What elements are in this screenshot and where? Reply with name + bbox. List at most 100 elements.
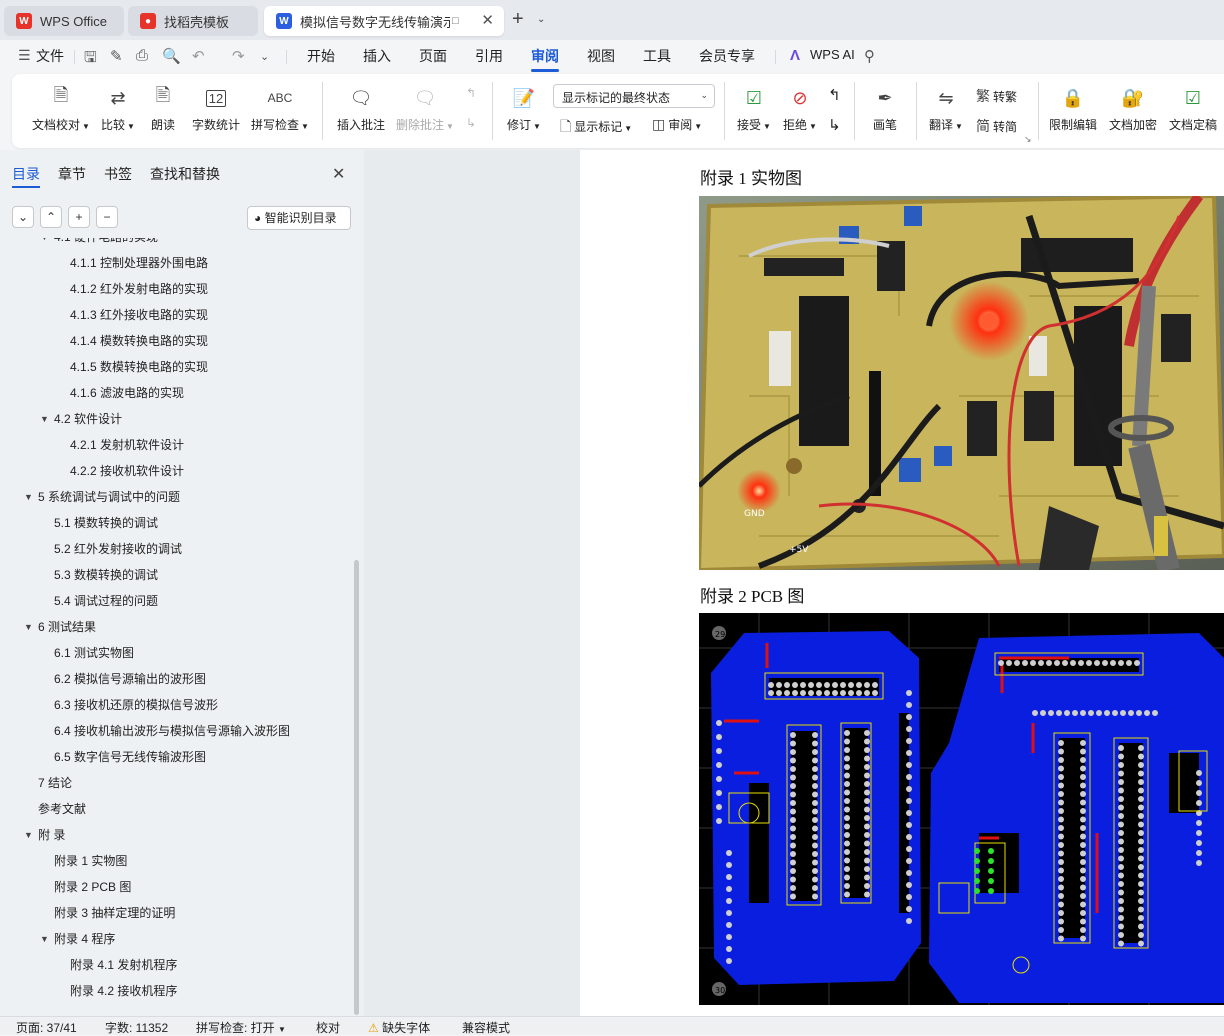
toc-item[interactable]: 附录 4.1 发射机程序 — [0, 952, 352, 978]
toc-item[interactable]: ▼ 4.2 软件设计 — [0, 406, 352, 432]
remove-heading-button[interactable]: − — [96, 206, 118, 228]
toc-item[interactable]: 6.2 模拟信号源输出的波形图 — [0, 666, 352, 692]
status-spell-check[interactable]: 拼写检查: 打开 ▼ — [196, 1019, 286, 1036]
menu-review[interactable]: 审阅 — [531, 46, 559, 72]
toc-item[interactable]: 5.2 红外发射接收的调试 — [0, 536, 352, 562]
chevron-down-icon[interactable]: ⌄ — [260, 50, 269, 63]
insert-comment-button[interactable]: 🗨 插入批注 — [334, 84, 388, 133]
status-page[interactable]: 页面: 37/41 — [16, 1019, 77, 1036]
print-preview-icon[interactable]: 🔍 — [162, 47, 181, 65]
toc-item[interactable]: 参考文献 — [0, 796, 352, 822]
format-painter-icon[interactable]: ✎ — [110, 47, 123, 65]
next-change-icon[interactable]: ↳ — [828, 116, 841, 134]
dialog-launcher-icon[interactable]: ↘ — [1024, 134, 1032, 145]
next-comment-icon[interactable]: ↳ — [466, 116, 476, 130]
toc-item[interactable]: ▼ 6 测试结果 — [0, 614, 352, 640]
to-traditional-button[interactable]: 繁转繁 — [976, 86, 1017, 106]
tab-find-replace[interactable]: 查找和替换 — [150, 164, 220, 184]
to-simplified-button[interactable]: 简转简 — [976, 116, 1017, 136]
restrict-edit-button[interactable]: 🔒 限制编辑 — [1046, 84, 1100, 133]
status-proof[interactable]: 校对 — [316, 1019, 340, 1036]
toc-item[interactable]: 4.1.4 模数转换电路的实现 — [0, 328, 352, 354]
menu-home[interactable]: 开始 — [307, 46, 335, 66]
encrypt-button[interactable]: 🔐 文档加密 — [1106, 84, 1160, 133]
smart-toc-button[interactable]: ◕ 智能识别目录 — [247, 206, 351, 230]
expand-triangle-icon[interactable]: ▼ — [24, 484, 33, 510]
menu-file[interactable]: 文件 — [36, 46, 64, 66]
search-icon[interactable]: ⚲ — [864, 47, 875, 65]
compare-button[interactable]: ⇄ 比较 ▼ — [96, 84, 140, 133]
delete-comment-button[interactable]: 🗨 删除批注 ▼ — [394, 84, 456, 133]
toc-item[interactable]: ▼ 4.1 硬件电路的实现 — [0, 238, 352, 250]
toc-item[interactable]: 4.2.1 发射机软件设计 — [0, 432, 352, 458]
reject-button[interactable]: ⊘ 拒绝 ▼ — [780, 84, 820, 133]
toc-item[interactable]: 附录 4.2 接收机程序 — [0, 978, 352, 1004]
tab-toc[interactable]: 目录 — [12, 164, 40, 188]
toc-item[interactable]: ▼ 附录 4 程序 — [0, 926, 352, 952]
toc-item[interactable]: 4.1.1 控制处理器外围电路 — [0, 250, 352, 276]
status-missing-font[interactable]: ⚠ 缺失字体 — [368, 1019, 430, 1036]
toc-item[interactable]: 5.1 模数转换的调试 — [0, 510, 352, 536]
prev-change-icon[interactable]: ↰ — [828, 86, 841, 104]
track-changes-button[interactable]: 📝 修订 ▼ — [502, 84, 546, 133]
new-tab-plus-icon[interactable]: + — [512, 8, 524, 31]
add-heading-button[interactable]: + — [68, 206, 90, 228]
circuit-board-photo[interactable]: GND +5V — [699, 196, 1224, 570]
tab-docer-templates[interactable]: ● 找稻壳模板 — [128, 6, 258, 36]
close-tab-icon[interactable]: ✕ — [481, 11, 494, 29]
toc-item[interactable]: 6.1 测试实物图 — [0, 640, 352, 666]
toc-item[interactable]: 5.4 调试过程的问题 — [0, 588, 352, 614]
tab-current-document[interactable]: W 模拟信号数字无线传输演示系统 □ ✕ — [264, 6, 504, 36]
menu-page[interactable]: 页面 — [419, 46, 447, 66]
read-aloud-button[interactable]: 🖹 朗读 — [146, 84, 180, 133]
expand-triangle-icon[interactable]: ▼ — [40, 238, 49, 250]
expand-triangle-icon[interactable]: ▼ — [24, 822, 33, 848]
chevron-down-icon[interactable]: ⌄ — [537, 14, 545, 25]
toc-item[interactable]: 7 结论 — [0, 770, 352, 796]
menu-wps-ai[interactable]: WPS AI — [810, 47, 855, 62]
toc-item[interactable]: 5.3 数模转换的调试 — [0, 562, 352, 588]
hamburger-icon[interactable]: ☰ — [18, 47, 31, 64]
redo-icon[interactable]: ↷ — [232, 47, 245, 65]
tab-bookmarks[interactable]: 书签 — [104, 164, 132, 184]
menu-reference[interactable]: 引用 — [475, 46, 503, 66]
toc-item[interactable]: 6.3 接收机还原的模拟信号波形 — [0, 692, 352, 718]
menu-member[interactable]: 会员专享 — [699, 46, 755, 66]
status-word-count[interactable]: 字数: 11352 — [105, 1019, 168, 1036]
review-pane-button[interactable]: ◫ 审阅 ▼ — [652, 116, 702, 133]
expand-triangle-icon[interactable]: ▼ — [24, 614, 33, 640]
menu-insert[interactable]: 插入 — [363, 46, 391, 66]
collapse-all-button[interactable]: ⌄ — [12, 206, 34, 228]
toc-item[interactable]: 4.1.5 数模转换电路的实现 — [0, 354, 352, 380]
toc-item[interactable]: 6.4 接收机输出波形与模拟信号源输入波形图 — [0, 718, 352, 744]
close-pane-icon[interactable]: ✕ — [332, 164, 345, 184]
show-markup-button[interactable]: 🗋 显示标记 ▼ — [560, 116, 632, 140]
translate-button[interactable]: ⇋ 翻译 ▼ — [926, 84, 966, 133]
save-icon[interactable]: 🖫 — [84, 47, 97, 72]
toc-item[interactable]: 4.1.3 红外接收电路的实现 — [0, 302, 352, 328]
prev-comment-icon[interactable]: ↰ — [466, 86, 476, 100]
accept-button[interactable]: ☑ 接受 ▼ — [734, 84, 774, 133]
pcb-layout-image[interactable]: 29 30 — [699, 613, 1224, 1005]
toc-scrollbar[interactable] — [354, 560, 359, 1015]
toc-item[interactable]: 4.1.6 滤波电路的实现 — [0, 380, 352, 406]
tab-wps-office[interactable]: W WPS Office — [4, 6, 124, 36]
toc-item[interactable]: 4.1.2 红外发射电路的实现 — [0, 276, 352, 302]
word-count-button[interactable]: 12 字数统计 — [188, 84, 244, 133]
toc-item[interactable]: 附录 3 抽样定理的证明 — [0, 900, 352, 926]
appendix2-heading[interactable]: 附录 2 PCB 图 — [700, 582, 804, 607]
toc-item[interactable]: 附录 2 PCB 图 — [0, 874, 352, 900]
print-icon[interactable]: ⎙ — [136, 47, 148, 64]
proofread-button[interactable]: 🗎 文档校对 ▼ — [26, 84, 96, 133]
toc-item[interactable]: ▼ 附 录 — [0, 822, 352, 848]
expand-up-button[interactable]: ⌃ — [40, 206, 62, 228]
toc-item[interactable]: ▼ 5 系统调试与调试中的问题 — [0, 484, 352, 510]
expand-triangle-icon[interactable]: ▼ — [40, 926, 49, 952]
tab-sections[interactable]: 章节 — [58, 164, 86, 184]
expand-triangle-icon[interactable]: ▼ — [40, 406, 49, 432]
spell-check-button[interactable]: ABC 拼写检查 ▼ — [248, 84, 312, 133]
markup-state-select[interactable]: 显示标记的最终状态 ⌄ — [553, 84, 715, 108]
menu-tools[interactable]: 工具 — [643, 46, 671, 66]
pen-button[interactable]: ✒ 画笔 — [868, 84, 902, 133]
toc-item[interactable]: 4.2.2 接收机软件设计 — [0, 458, 352, 484]
